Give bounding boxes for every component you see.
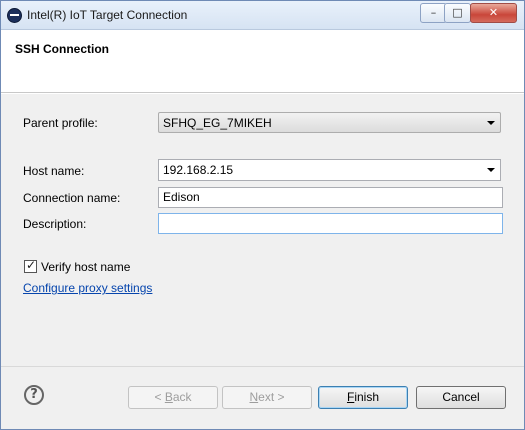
back-prefix: < [154,390,165,404]
finish-rest: inish [354,390,380,404]
finish-button[interactable]: Finish [318,386,408,409]
footer-divider [1,366,524,367]
chevron-down-icon[interactable] [487,168,495,172]
parent-profile-value: SFHQ_EG_7MIKEH [163,116,272,130]
host-name-label: Host name: [23,164,85,178]
verify-host-checkbox[interactable]: ✓ [24,258,37,273]
back-button: < Back [128,386,218,409]
back-mnemonic: B [164,390,173,404]
chevron-down-icon [487,121,495,125]
configure-proxy-link[interactable]: Configure proxy settings [23,281,152,295]
next-rest: ext > [258,390,285,404]
verify-host-label[interactable]: Verify host name [41,260,130,274]
connection-name-field[interactable]: Edison [158,187,503,208]
host-name-combo[interactable]: 192.168.2.15 [158,159,501,181]
wizard-header: SSH Connection [1,30,524,93]
description-label: Description: [23,217,87,231]
title-bar[interactable]: Intel(R) IoT Target Connection – □ ✕ [1,1,524,30]
header-divider [1,93,524,94]
dialog-window: Intel(R) IoT Target Connection – □ ✕ SSH… [0,0,525,430]
close-button[interactable]: ✕ [470,3,517,23]
checkmark-icon: ✓ [26,258,37,272]
cancel-button[interactable]: Cancel [416,386,506,409]
host-name-value: 192.168.2.15 [163,163,234,177]
parent-profile-label: Parent profile: [23,116,98,130]
description-field[interactable] [158,213,503,234]
page-title: SSH Connection [15,42,110,56]
app-icon [7,8,22,23]
next-button: Next > [222,386,312,409]
back-rest: ack [172,390,192,404]
connection-name-label: Connection name: [23,191,121,205]
minimize-button[interactable]: – [420,3,447,23]
next-mnemonic: N [249,390,259,404]
help-icon[interactable]: ? [24,385,44,405]
window-title: Intel(R) IoT Target Connection [27,8,188,22]
parent-profile-select[interactable]: SFHQ_EG_7MIKEH [158,112,501,133]
maximize-button[interactable]: □ [444,3,471,23]
